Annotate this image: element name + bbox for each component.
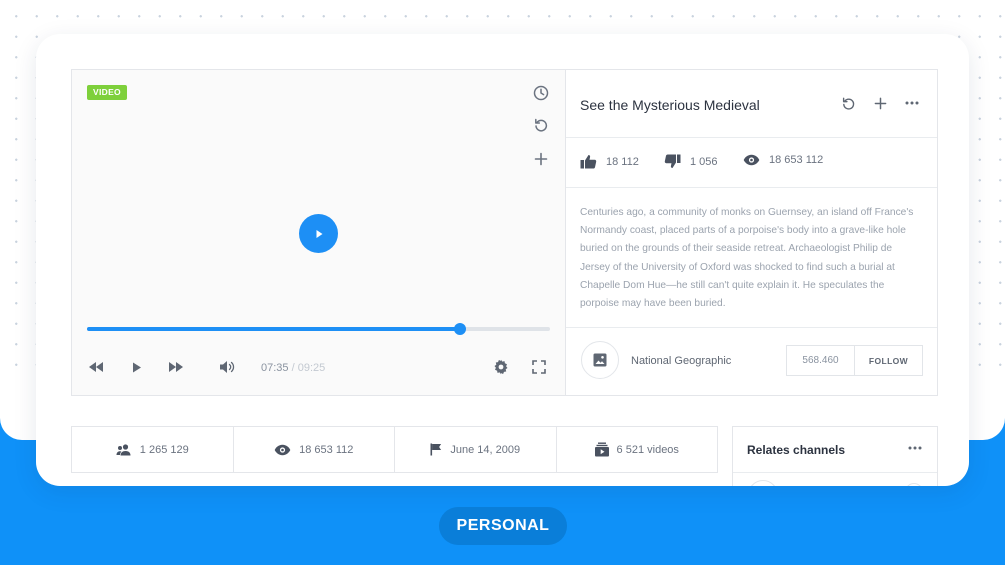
add-header-icon[interactable] <box>871 94 889 112</box>
play-button[interactable] <box>130 359 144 375</box>
video-description: Centuries ago, a community of monks on G… <box>580 207 914 310</box>
add-icon[interactable] <box>532 150 550 168</box>
channel-name[interactable]: National Geographic <box>631 355 731 367</box>
joined-date: June 14, 2009 <box>450 443 521 456</box>
clock-icon[interactable] <box>532 84 550 102</box>
replay-icon[interactable] <box>532 116 550 134</box>
related-divider <box>733 472 937 473</box>
follow-button[interactable]: FOLLOW <box>855 346 922 375</box>
play-small-icon <box>133 362 141 372</box>
related-more-icon[interactable] <box>907 441 923 455</box>
flag-icon <box>430 443 442 456</box>
forward-button[interactable] <box>167 359 185 375</box>
more-header-icon[interactable] <box>903 94 921 112</box>
settings-button[interactable] <box>492 359 510 375</box>
total-views-cell: 18 653 112 <box>234 427 395 472</box>
personal-label: PERSONAL <box>439 507 567 545</box>
dislikes-count: 1 056 <box>690 155 718 168</box>
fullscreen-button[interactable] <box>530 359 548 375</box>
users-icon <box>116 443 131 455</box>
likes-stat[interactable]: 18 112 <box>580 154 639 169</box>
video-title: See the Mysterious Medieval <box>580 97 760 113</box>
volume-icon <box>220 361 235 373</box>
progress-track[interactable] <box>87 323 550 335</box>
thumbs-up-icon <box>580 155 597 169</box>
eye-icon <box>743 154 760 166</box>
play-icon <box>316 229 322 238</box>
views-stat: 18 653 112 <box>743 154 823 166</box>
eye-icon <box>274 444 291 455</box>
channel-stats-bar: 1 265 129 18 653 112 June 14, 2009 6 521… <box>71 426 718 473</box>
rewind-button[interactable] <box>87 359 105 375</box>
video-badge: VIDEO <box>87 85 127 100</box>
video-library-icon <box>594 442 609 457</box>
joined-date-cell: June 14, 2009 <box>395 427 557 472</box>
gear-icon <box>494 359 508 375</box>
big-play-button[interactable] <box>299 214 338 253</box>
videos-count: 6 521 videos <box>616 443 679 456</box>
dislikes-stat[interactable]: 1 056 <box>664 154 718 169</box>
time-current: 07:35 <box>261 362 289 374</box>
follow-group: 568.460 FOLLOW <box>786 345 923 376</box>
image-icon <box>593 353 607 367</box>
rewind-icon <box>88 362 103 372</box>
time-display: 07:35 / 09:25 <box>261 362 325 374</box>
videos-cell: 6 521 videos <box>557 427 718 472</box>
follower-count: 568.460 <box>787 346 855 375</box>
video-info-panel: See the Mysterious Medieval 18 112 1 056… <box>565 69 938 396</box>
subscribers-cell: 1 265 129 <box>72 427 234 472</box>
main-card: VIDEO 07:35 / 09:25 See the Mysterious M… <box>36 34 969 486</box>
related-title: Relates channels <box>747 443 846 457</box>
total-views-count: 18 653 112 <box>299 443 354 456</box>
related-channel-action[interactable] <box>905 483 923 486</box>
volume-button[interactable] <box>218 359 236 375</box>
views-count: 18 653 112 <box>769 154 824 166</box>
channel-avatar[interactable] <box>581 341 619 379</box>
time-total: / 09:25 <box>291 362 326 374</box>
subscribers-count: 1 265 129 <box>139 443 189 456</box>
fast-forward-icon <box>168 362 183 372</box>
likes-count: 18 112 <box>606 155 639 168</box>
video-player[interactable]: VIDEO 07:35 / 09:25 <box>71 69 566 396</box>
fullscreen-icon <box>532 360 546 374</box>
progress-handle[interactable] <box>453 323 466 335</box>
progress-fill <box>87 327 460 331</box>
related-channel-avatar[interactable] <box>748 480 778 486</box>
replay-header-icon[interactable] <box>839 94 857 112</box>
thumbs-down-icon <box>664 154 681 168</box>
related-channels-panel: Relates channels <box>732 426 938 486</box>
